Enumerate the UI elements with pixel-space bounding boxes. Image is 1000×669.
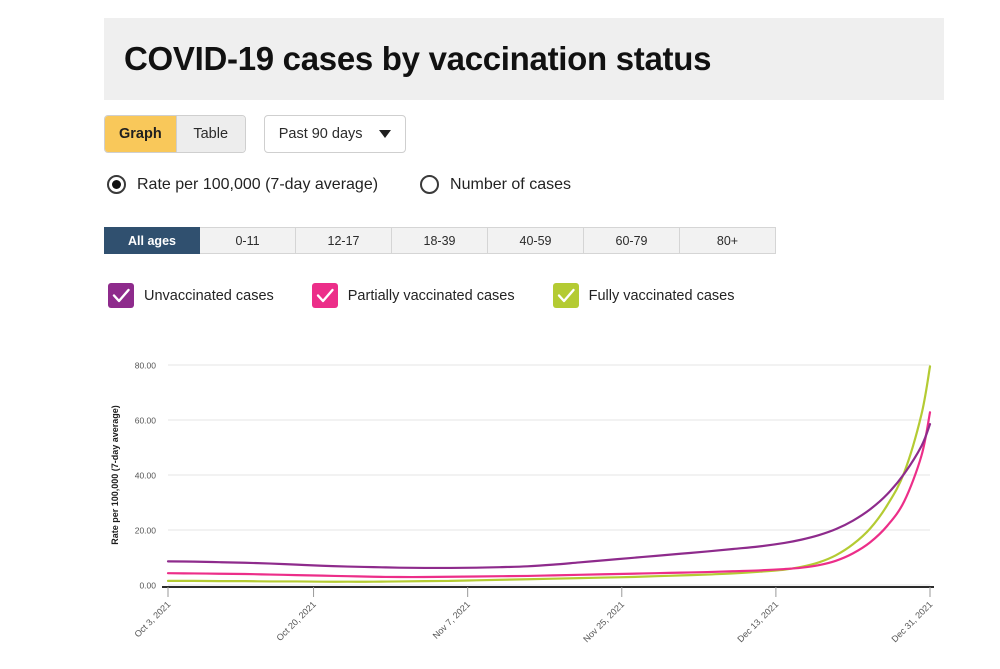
series-legend: Unvaccinated cases Partially vaccinated … [108, 283, 772, 308]
radio-number-label: Number of cases [450, 176, 571, 194]
x-tick-label: Oct 3, 2021 [132, 599, 172, 639]
page-title: COVID-19 cases by vaccination status [104, 40, 711, 78]
y-tick-label: 0.00 [139, 581, 156, 591]
series-line-partially-vaccinated-cases [168, 412, 930, 577]
tab-graph[interactable]: Graph [105, 116, 176, 152]
age-tab-18-39[interactable]: 18-39 [392, 227, 488, 254]
age-tab-80-plus[interactable]: 80+ [680, 227, 776, 254]
legend-label-partially-vaccinated: Partially vaccinated cases [348, 288, 515, 304]
x-tick-label: Dec 13, 2021 [735, 599, 780, 644]
measure-radio-group: Rate per 100,000 (7-day average) Number … [107, 175, 613, 194]
view-toggle-group: Graph Table [104, 115, 246, 153]
age-tab-40-59[interactable]: 40-59 [488, 227, 584, 254]
age-tab-12-17[interactable]: 12-17 [296, 227, 392, 254]
series-line-unvaccinated-cases [168, 424, 930, 568]
y-tick-label: 80.00 [135, 361, 157, 371]
radio-rate-label: Rate per 100,000 (7-day average) [137, 176, 378, 194]
page-header: COVID-19 cases by vaccination status [104, 18, 944, 100]
age-tab-all-ages[interactable]: All ages [104, 227, 200, 254]
date-range-value: Past 90 days [279, 126, 363, 142]
age-tab-0-11[interactable]: 0-11 [200, 227, 296, 254]
date-range-select[interactable]: Past 90 days [264, 115, 406, 153]
line-chart: 0.00 20.00 40.00 60.00 80.00 Rate per 100,000… [0, 340, 1000, 660]
check-icon-partially-vaccinated [312, 283, 338, 308]
radio-icon-unselected [420, 175, 439, 194]
legend-item-partially-vaccinated[interactable]: Partially vaccinated cases [312, 283, 515, 308]
chart-container: 0.00 20.00 40.00 60.00 80.00 Rate per 100,000… [0, 340, 1000, 660]
x-tick-label: Dec 31, 2021 [889, 599, 934, 644]
legend-label-fully-vaccinated: Fully vaccinated cases [589, 288, 735, 304]
check-icon-unvaccinated [108, 283, 134, 308]
y-tick-label: 40.00 [135, 471, 157, 481]
legend-item-unvaccinated[interactable]: Unvaccinated cases [108, 283, 274, 308]
x-tick-label: Nov 7, 2021 [431, 599, 472, 640]
y-tick-label: 60.00 [135, 416, 157, 426]
y-axis-title: Rate per 100,000 (7-day average) [110, 405, 120, 545]
radio-rate-per-100k[interactable]: Rate per 100,000 (7-day average) [107, 175, 378, 194]
radio-number-of-cases[interactable]: Number of cases [420, 175, 571, 194]
legend-label-unvaccinated: Unvaccinated cases [144, 288, 274, 304]
chevron-down-icon [379, 130, 391, 138]
age-group-tabs: All ages 0-11 12-17 18-39 40-59 60-79 80… [104, 227, 776, 254]
age-tab-60-79[interactable]: 60-79 [584, 227, 680, 254]
legend-item-fully-vaccinated[interactable]: Fully vaccinated cases [553, 283, 735, 308]
x-tick-label: Oct 20, 2021 [274, 599, 318, 643]
x-tick-label: Nov 25, 2021 [581, 599, 626, 644]
check-icon-fully-vaccinated [553, 283, 579, 308]
y-tick-label: 20.00 [135, 526, 157, 536]
view-control-row: Graph Table Past 90 days [104, 115, 406, 153]
series-line-fully-vaccinated-cases [168, 366, 930, 581]
page-root: COVID-19 cases by vaccination status Gra… [0, 0, 1000, 669]
radio-icon-selected [107, 175, 126, 194]
tab-table[interactable]: Table [176, 116, 245, 152]
